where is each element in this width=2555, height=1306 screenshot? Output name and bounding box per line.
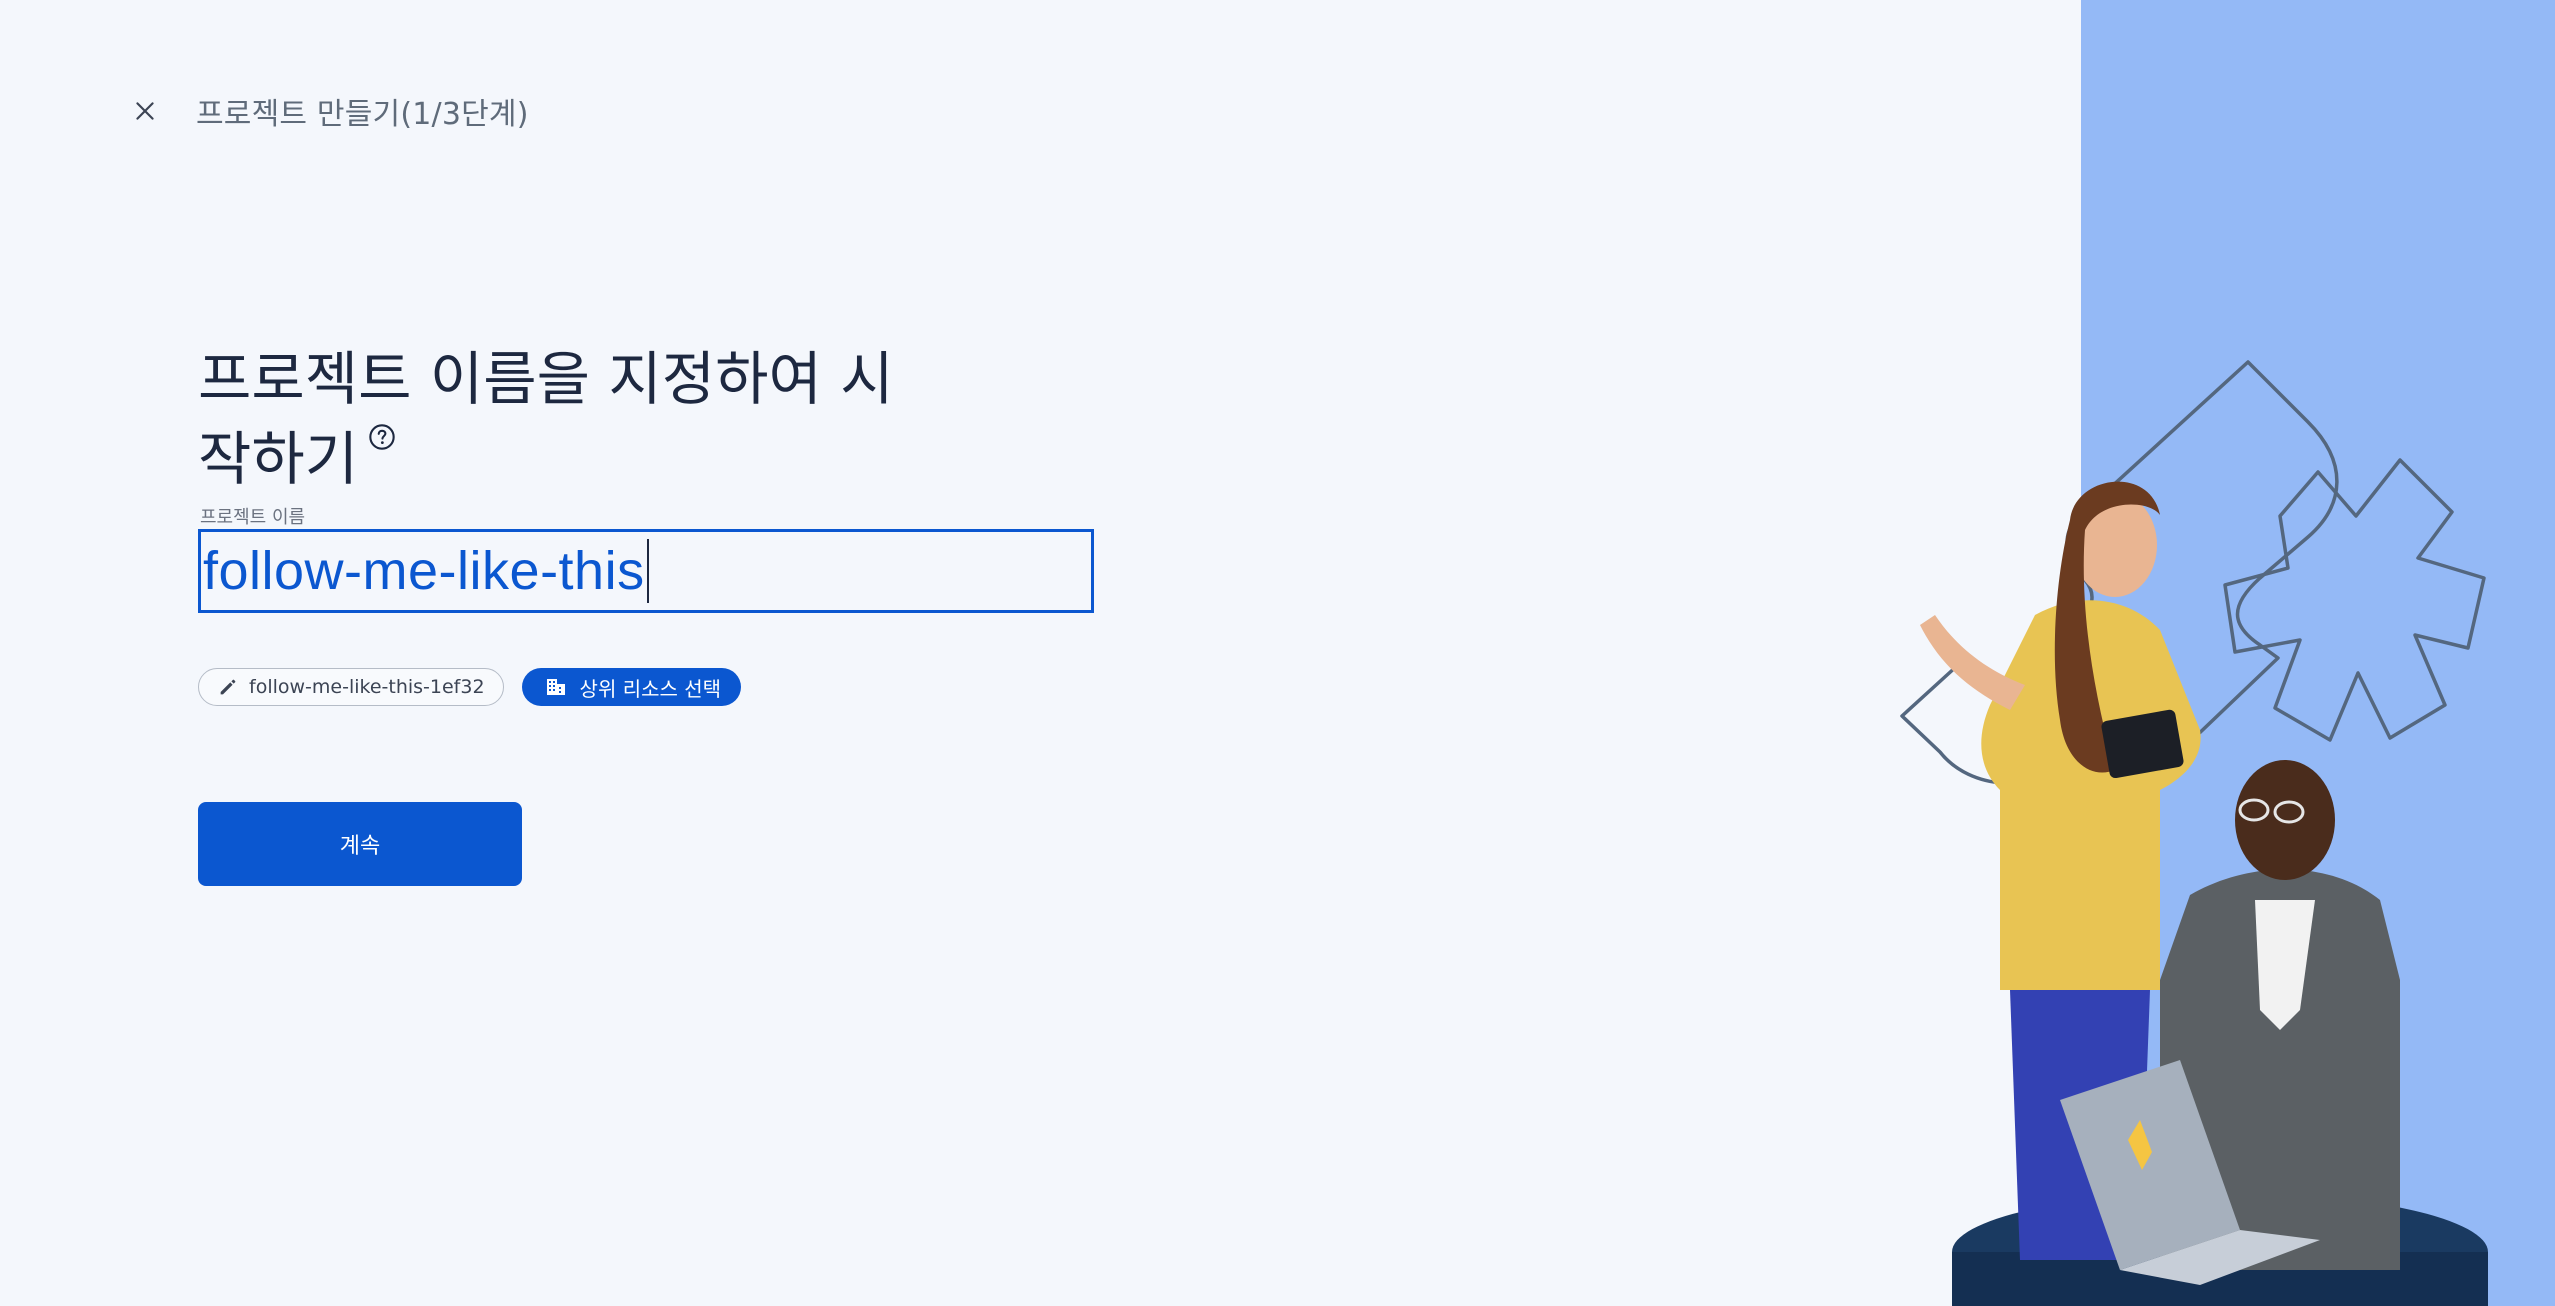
close-icon [136,102,154,120]
headline-line-2-text: 작하기 [198,424,359,493]
project-id-chip-label: follow-me-like-this-1ef32 [249,676,485,698]
project-name-label: 프로젝트 이름 [200,507,306,528]
close-button[interactable] [128,94,162,128]
illustration [1900,360,2488,1306]
step-title: 프로젝트 만들기(1/3단계) [196,97,529,132]
project-id-chip[interactable]: follow-me-like-this-1ef32 [198,668,504,706]
decorative-star-shape [2223,458,2486,742]
woman-arm-left [1920,615,2025,710]
building-icon [546,679,565,695]
select-parent-resource-chip[interactable]: 상위 리소스 선택 [521,668,742,706]
chip-row: follow-me-like-this-1ef32 상위 리소스 선택 [198,668,742,706]
headline-line-2: 작하기 [198,419,918,499]
project-name-value[interactable]: follow-me-like-this [203,540,645,602]
continue-button[interactable]: 계속 [198,802,522,886]
top-bar: 프로젝트 만들기(1/3단계) [128,88,529,134]
help-circle-icon[interactable] [368,423,396,451]
project-name-input[interactable]: follow-me-like-this [198,529,1094,613]
pencil-icon [220,679,236,695]
select-parent-resource-label: 상위 리소스 선택 [579,676,722,701]
page-headline: 프로젝트 이름을 지정하여 시 작하기 [198,339,918,499]
headline-line-1: 프로젝트 이름을 지정하여 시 [198,344,894,413]
text-caret [646,539,649,603]
